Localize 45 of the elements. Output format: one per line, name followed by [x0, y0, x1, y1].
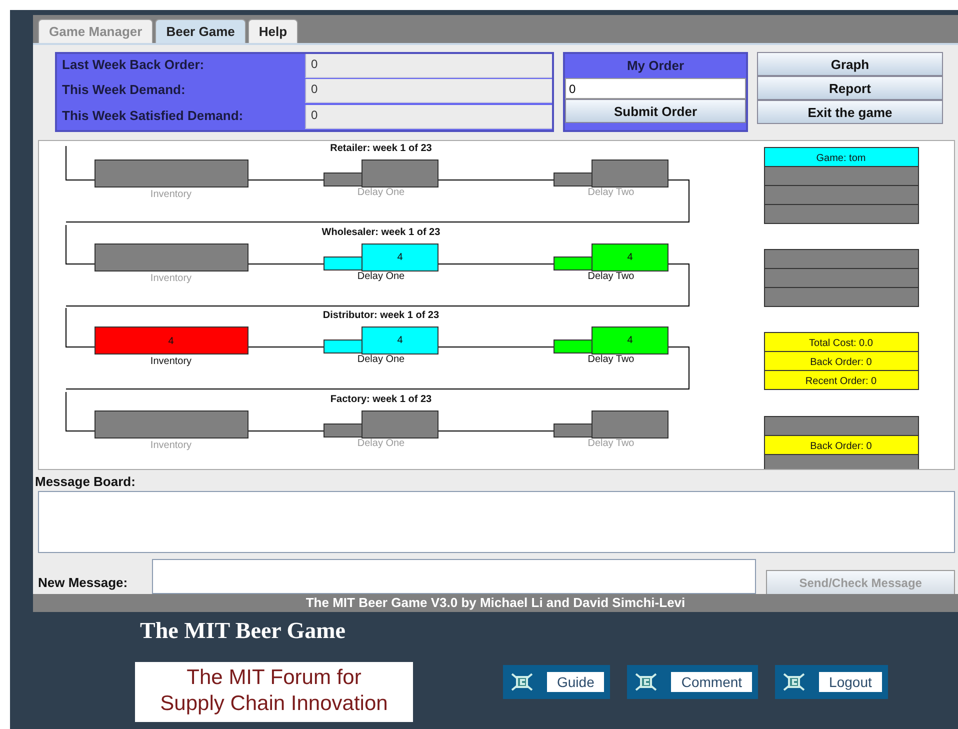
- stage-title: Wholesaler: week 1 of 23: [322, 227, 440, 238]
- box-label: Delay Two: [588, 438, 634, 449]
- info-row: Game: tom: [765, 148, 918, 166]
- box-label: Delay Two: [588, 354, 634, 365]
- nav-link[interactable]: Comment: [671, 672, 752, 692]
- submit-button[interactable]: Submit Order: [565, 99, 746, 123]
- box-label: Delay One: [357, 354, 405, 365]
- message-field[interactable]: [152, 559, 756, 594]
- stage-title: Retailer: week 1 of 23: [330, 143, 432, 154]
- tab[interactable]: Beer Game: [155, 19, 246, 43]
- page-title: The MIT Beer Game: [140, 618, 346, 644]
- box-label: Delay Two: [588, 271, 634, 282]
- order-field[interactable]: 0: [565, 78, 746, 99]
- info-row: Back Order: 0: [765, 352, 918, 370]
- action-button[interactable]: Report: [757, 76, 943, 100]
- box-label: Delay One: [357, 271, 405, 282]
- status-bar: The MIT Beer Game V3.0 by Michael Li and David Simchi-Levi: [33, 594, 958, 612]
- action-button[interactable]: Exit the game: [757, 100, 943, 124]
- box-label: Inventory: [150, 189, 192, 200]
- box-label: Delay One: [357, 187, 405, 198]
- box-label: Delay One: [357, 438, 405, 449]
- info-row: Recent Order: 0: [765, 371, 918, 389]
- order-title: My Order: [626, 57, 686, 75]
- action-button[interactable]: Graph: [757, 52, 943, 76]
- info-row: Total Cost: 0.0: [765, 333, 918, 351]
- value-field: 0: [305, 54, 552, 78]
- box-label: Delay Two: [588, 187, 634, 198]
- box-label: Inventory: [150, 440, 192, 451]
- stage-title: Factory: week 1 of 23: [330, 394, 432, 405]
- new-message-label: New Message:: [38, 574, 129, 590]
- field-label: This Week Demand:: [61, 81, 186, 100]
- value-field: 0: [305, 79, 552, 104]
- stage-title: Distributor: week 1 of 23: [322, 310, 440, 321]
- value-field: 0: [305, 104, 552, 129]
- field-label: Last Week Back Order:: [61, 56, 206, 74]
- nav-link[interactable]: Guide: [547, 672, 604, 692]
- message-board-label: Message Board:: [34, 473, 136, 491]
- box-label: Inventory: [150, 356, 192, 367]
- box-label: Inventory: [150, 273, 192, 284]
- info-row: Back Order: 0: [765, 436, 918, 454]
- tab[interactable]: Help: [248, 19, 298, 43]
- forum-logo: The MIT Forum for Supply Chain Innovation: [135, 662, 413, 722]
- field-label: This Week Satisfied Demand:: [61, 106, 244, 125]
- inventory-box: 4: [94, 326, 248, 354]
- nav-link[interactable]: Logout: [819, 672, 882, 692]
